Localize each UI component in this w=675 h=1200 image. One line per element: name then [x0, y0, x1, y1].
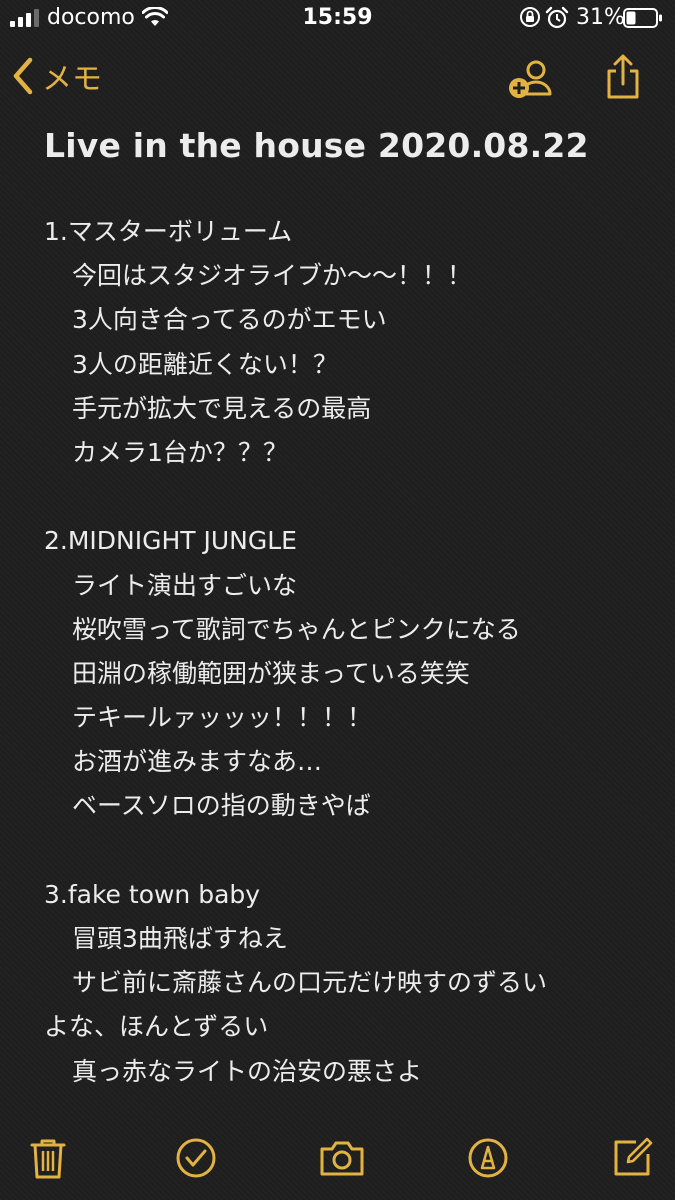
alarm-icon [545, 6, 569, 29]
camera-icon[interactable] [318, 1136, 366, 1180]
checklist-icon[interactable] [174, 1136, 218, 1180]
note-line: 今回はスタジオライブか〜〜！！！ [72, 261, 473, 291]
note-editor[interactable]: Live in the house 2020.08.22 1.マスターボリューム… [44, 110, 644, 1094]
add-person-icon[interactable] [506, 58, 556, 102]
share-icon[interactable] [603, 54, 643, 100]
bottom-toolbar [0, 1130, 675, 1190]
note-line: テキールァッッッ！！！！ [72, 703, 373, 733]
note-line: カメラ1台か？？？ [72, 437, 288, 467]
note-line: 1.マスターボリューム [44, 217, 293, 246]
battery-percent: 31% [576, 5, 625, 30]
note-line: よな、ほんとずるい [44, 1012, 269, 1042]
note-line: ライト演出すごいな [72, 570, 298, 600]
note-line: 3.fake town baby [44, 879, 261, 909]
markup-icon[interactable] [466, 1136, 510, 1180]
note-line: 2.MIDNIGHT JUNGLE [44, 526, 297, 556]
chevron-left-icon [13, 57, 33, 95]
note-line: サビ前に斎藤さんの口元だけ映すのずるい [72, 968, 548, 998]
trash-icon[interactable] [26, 1136, 70, 1180]
note-line: 3人の距離近くない！？ [72, 349, 338, 379]
note-line: 真っ赤なライトの治安の悪さよ [72, 1056, 423, 1086]
clock: 15:59 [302, 5, 373, 30]
note-title[interactable]: Live in the house 2020.08.22 [44, 118, 644, 174]
compose-icon[interactable] [610, 1136, 654, 1180]
orientation-lock-icon [520, 7, 540, 27]
back-button[interactable]: メモ [12, 54, 102, 98]
back-button-label: メモ [42, 62, 102, 97]
note-line: 3人向き合ってるのがエモい [72, 305, 387, 335]
note-line: 田淵の稼働範囲が狭まっている笑笑 [72, 658, 470, 688]
note-line: 手元が拡大で見えるの最高 [72, 393, 372, 423]
note-body[interactable]: 1.マスターボリューム今回はスタジオライブか〜〜！！！ 3人向き合ってるのがエモい… [44, 210, 644, 1094]
battery-icon [623, 8, 662, 28]
navigation-bar: メモ [0, 44, 675, 108]
note-line: ベースソロの指の動きやば [72, 791, 371, 821]
note-line: 冒頭3曲飛ばすねえ [72, 924, 288, 953]
note-line: お酒が進みますなあ… [72, 747, 323, 777]
note-line: 桜吹雪って歌詞でちゃんとピンクになる [72, 614, 521, 644]
status-bar: docomo 15:59 31% [0, 0, 675, 38]
